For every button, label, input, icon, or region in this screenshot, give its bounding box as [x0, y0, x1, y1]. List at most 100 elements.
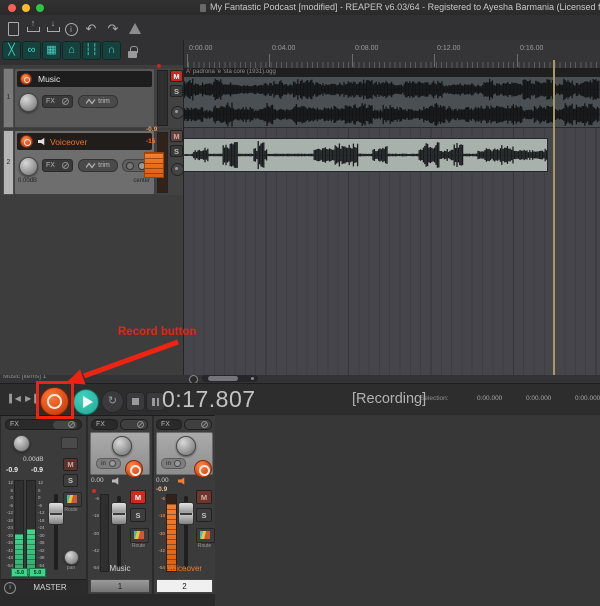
volume-readout[interactable]: 0.00: [91, 477, 104, 484]
solo-button[interactable]: S: [196, 508, 212, 522]
record-arm-button[interactable]: [20, 135, 33, 148]
width-knob[interactable]: [13, 435, 30, 452]
input-button[interactable]: in: [96, 458, 121, 469]
track-number-1[interactable]: 1: [3, 68, 14, 128]
toggle-envelope-link-icon[interactable]: ∞: [22, 41, 41, 60]
solo-button[interactable]: S: [63, 474, 78, 487]
toggle-snap-icon[interactable]: ∩: [102, 41, 121, 60]
zoom-window-button[interactable]: [36, 3, 44, 12]
strip-number[interactable]: 2: [156, 579, 213, 593]
fx-button[interactable]: FX: [42, 159, 73, 172]
volume-fader[interactable]: [178, 502, 194, 525]
track-header-voiceover[interactable]: Voiceover FX trim 0.00dB center: [14, 130, 155, 195]
solo-button[interactable]: S: [170, 145, 183, 157]
volume-readout[interactable]: 0.00dB: [23, 456, 44, 463]
fx-slot[interactable]: [120, 419, 148, 430]
mute-button[interactable]: M: [170, 130, 183, 142]
volume-readout[interactable]: 0.00: [156, 477, 169, 484]
panel-divider[interactable]: [183, 40, 184, 375]
strip-number[interactable]: 1: [90, 579, 150, 593]
fx-button[interactable]: FX: [156, 419, 182, 430]
fx-button[interactable]: FX: [5, 419, 82, 430]
media-item-name: A' padrona 'e 'sta core (1931).ogg: [183, 68, 600, 77]
mute-button[interactable]: M: [130, 490, 146, 504]
toggle-crossfade-icon[interactable]: ╳: [2, 41, 21, 60]
toggle-ripple-edit-icon[interactable]: ┆┆: [82, 41, 101, 60]
mixer-strip-music[interactable]: FX in 0.00 -6 -18 -30 -42 -54 M S Route Musi…: [88, 416, 152, 594]
scale-tick-label: 0: [38, 495, 41, 501]
route-button[interactable]: [196, 528, 215, 543]
redo-icon[interactable]: ↷: [104, 21, 122, 37]
mute-button[interactable]: M: [170, 70, 183, 82]
scrollbar-handle[interactable]: [208, 376, 238, 381]
track-name[interactable]: Music: [38, 74, 60, 84]
horizontal-scrollbar[interactable]: [202, 375, 258, 382]
track-number-2[interactable]: 2: [3, 130, 14, 195]
stop-button[interactable]: [126, 392, 145, 411]
close-window-button[interactable]: [8, 3, 16, 12]
open-project-icon[interactable]: ↓: [44, 19, 62, 37]
ruler-tick-label: 0:16.00: [520, 45, 544, 52]
new-project-icon[interactable]: [4, 21, 22, 37]
solo-button[interactable]: S: [170, 85, 183, 97]
go-to-start-button[interactable]: ▌◀: [8, 392, 22, 405]
meter-scale: -6 -18 -30 -42 -54: [154, 496, 165, 570]
fx-button[interactable]: FX: [91, 419, 118, 430]
record-arm-button[interactable]: [20, 73, 32, 85]
playhead-cursor[interactable]: [553, 60, 555, 375]
envelope-trim-button[interactable]: trim: [78, 159, 118, 172]
play-button[interactable]: [73, 389, 99, 415]
mute-button[interactable]: M: [196, 490, 212, 504]
mute-button[interactable]: M: [63, 458, 78, 471]
fx-button[interactable]: FX: [42, 95, 73, 108]
volume-fader[interactable]: [111, 502, 127, 525]
undo-icon[interactable]: ↶: [82, 21, 100, 37]
volume-knob[interactable]: [19, 157, 38, 176]
record-arm-button[interactable]: [125, 460, 143, 478]
track-name[interactable]: Voiceover: [50, 137, 87, 147]
media-item-voiceover-recording[interactable]: [183, 138, 548, 172]
project-settings-icon[interactable]: i: [62, 21, 80, 37]
toggle-item-grouping-icon[interactable]: ▦: [42, 41, 61, 60]
pan-knob[interactable]: [112, 436, 132, 456]
transport-time-display[interactable]: 0:17.807: [162, 386, 256, 413]
save-project-icon[interactable]: ↑: [24, 19, 42, 37]
mixer-strip-master[interactable]: FX 0.00dB -0.9 -0.9 M S 12 6 0 -6 -12 -18 -24-…: [1, 416, 86, 595]
ruler-tick-label: 0:08.00: [355, 45, 379, 52]
volume-knob[interactable]: [19, 93, 38, 112]
route-button[interactable]: [130, 528, 149, 543]
selection-length-value[interactable]: 0:00.000: [575, 395, 600, 402]
minimize-window-button[interactable]: [22, 3, 30, 12]
mixer-strip-voiceover[interactable]: FX in 0.00 -0.9 -6 -18 -30 -42 -54 M S Route…: [154, 416, 215, 594]
fx-bypass-icon[interactable]: [62, 98, 69, 105]
metronome-icon[interactable]: [126, 21, 144, 37]
toggle-envelope-points-icon[interactable]: ⌂: [62, 41, 81, 60]
scale-tick-label: -30: [92, 530, 99, 536]
track-title-bar: Voiceover: [17, 133, 152, 150]
fx-slot[interactable]: [53, 420, 77, 429]
track-header-music[interactable]: Music FX trim: [14, 68, 155, 128]
envelope-trim-button[interactable]: trim: [78, 95, 118, 108]
fx-slot[interactable]: [184, 419, 212, 430]
input-button[interactable]: in: [161, 458, 186, 469]
fx-bypass-icon[interactable]: [62, 162, 69, 169]
repeat-button[interactable]: ↻: [101, 390, 124, 413]
stop-icon: [132, 398, 139, 405]
timeline-ruler[interactable]: 0:00.00 0:04.00 0:08.00 0:12.00 0:16.00: [183, 40, 600, 69]
pan-knob[interactable]: [64, 550, 79, 565]
strip-name: MASTER: [33, 583, 67, 592]
record-arm-button[interactable]: [194, 460, 212, 478]
scale-tick-label: -12: [38, 510, 45, 516]
lock-icon[interactable]: [128, 46, 140, 60]
selection-end-value[interactable]: 0:00.000: [526, 395, 551, 402]
speaker-icon: [178, 477, 185, 485]
arrange-area[interactable]: A' padrona 'e 'sta core (1931).ogg: [183, 60, 600, 376]
pan-knob[interactable]: [176, 436, 196, 456]
volume-fader[interactable]: [48, 502, 64, 525]
media-item-music[interactable]: A' padrona 'e 'sta core (1931).ogg: [183, 68, 600, 128]
output-button[interactable]: [61, 437, 78, 449]
solo-button[interactable]: S: [130, 508, 146, 522]
route-label: Route: [197, 543, 212, 549]
selection-start-value[interactable]: 0:00.000: [477, 395, 502, 402]
route-button[interactable]: [63, 492, 82, 507]
